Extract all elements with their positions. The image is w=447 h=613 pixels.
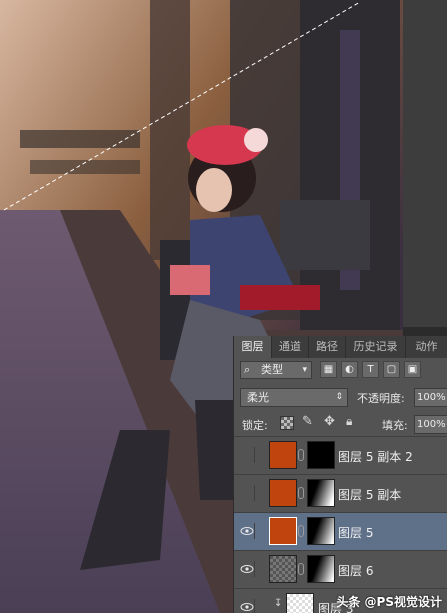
shape-icon[interactable]: ▢	[383, 361, 400, 378]
link-icon	[298, 563, 304, 575]
eye-icon[interactable]	[239, 561, 255, 577]
layer-name: 图层 5 副本	[338, 488, 402, 502]
fill-label: 填充:	[382, 419, 408, 432]
layer-mask-thumbnail	[307, 555, 335, 583]
brush-icon[interactable]: ✎	[302, 414, 313, 429]
smartobj-icon[interactable]: ▣	[404, 361, 421, 378]
filter-row: ⌕ 类型 ▾ ▦ ◐ T ▢ ▣	[234, 358, 447, 382]
lock-row: 锁定: ✎ ✥ 🔒︎ 填充: 100%	[234, 412, 447, 436]
visibility-toggle[interactable]	[239, 485, 255, 501]
layer-mask-thumbnail	[307, 479, 335, 507]
opacity-label: 不透明度:	[357, 392, 405, 405]
text-icon[interactable]: T	[362, 361, 379, 378]
blend-mode-select[interactable]: 柔光 ⇕	[240, 388, 348, 407]
tab-layers[interactable]: 图层	[234, 336, 272, 358]
layer-mask-thumbnail	[307, 441, 335, 469]
layer-row[interactable]: 图层 6	[234, 550, 447, 588]
blend-row: 柔光 ⇕ 不透明度: 100%	[234, 384, 447, 410]
link-icon	[298, 525, 304, 537]
layers-list: 图层 5 副本 2 图层 5 副本 图层 5 图层 6 ↧ 图层 3	[234, 436, 447, 613]
filter-kind-label: 类型	[261, 363, 283, 376]
link-icon	[298, 487, 304, 499]
blend-mode-value: 柔光	[247, 391, 269, 404]
filter-kind-select[interactable]: ⌕ 类型 ▾	[240, 361, 312, 379]
watermark: 头条 @PS视觉设计	[336, 595, 442, 609]
chevron-updown-icon: ⇕	[335, 392, 343, 402]
layer-thumbnail	[269, 479, 297, 507]
layer-mask-thumbnail	[307, 517, 335, 545]
tab-paths[interactable]: 路径	[309, 336, 346, 358]
layer-name: 图层 6	[338, 564, 374, 578]
layer-row[interactable]: 图层 5 副本	[234, 474, 447, 512]
lock-label: 锁定:	[242, 419, 268, 432]
layers-panel: 图层 通道 路径 历史记录 动作 ⌕ 类型 ▾ ▦ ◐ T ▢ ▣ 柔光 ⇕ 不…	[233, 336, 447, 613]
visibility-toggle[interactable]	[239, 447, 255, 463]
layer-row[interactable]: 图层 5 副本 2	[234, 436, 447, 474]
eye-icon[interactable]	[239, 599, 255, 613]
link-icon	[298, 449, 304, 461]
fill-input[interactable]: 100%	[414, 415, 447, 434]
layer-name: 图层 5	[338, 526, 374, 540]
lock-transparent-icon[interactable]	[280, 416, 294, 430]
layer-thumbnail	[269, 441, 297, 469]
layer-name: 图层 5 副本 2	[338, 450, 413, 464]
panel-tabs: 图层 通道 路径 历史记录 动作	[234, 336, 447, 358]
eye-icon[interactable]	[239, 523, 255, 539]
layer-thumbnail	[286, 593, 314, 613]
tab-channels[interactable]: 通道	[272, 336, 309, 358]
filter-pixel-icon[interactable]: ▦	[320, 361, 337, 378]
layer-thumbnail	[269, 517, 297, 545]
layer-thumbnail	[269, 555, 297, 583]
canvas-pasteboard	[403, 0, 447, 327]
opacity-input[interactable]: 100%	[414, 388, 447, 407]
move-icon[interactable]: ✥	[324, 414, 335, 429]
clip-arrow-icon: ↧	[274, 598, 283, 609]
layer-row-selected[interactable]: 图层 5	[234, 512, 447, 550]
search-icon: ⌕	[244, 363, 251, 376]
lock-icon[interactable]: 🔒︎	[346, 414, 352, 429]
chevron-down-icon: ▾	[302, 365, 307, 375]
adjust-icon[interactable]: ◐	[341, 361, 358, 378]
tab-actions[interactable]: 动作	[406, 336, 447, 358]
tab-history[interactable]: 历史记录	[346, 336, 406, 358]
